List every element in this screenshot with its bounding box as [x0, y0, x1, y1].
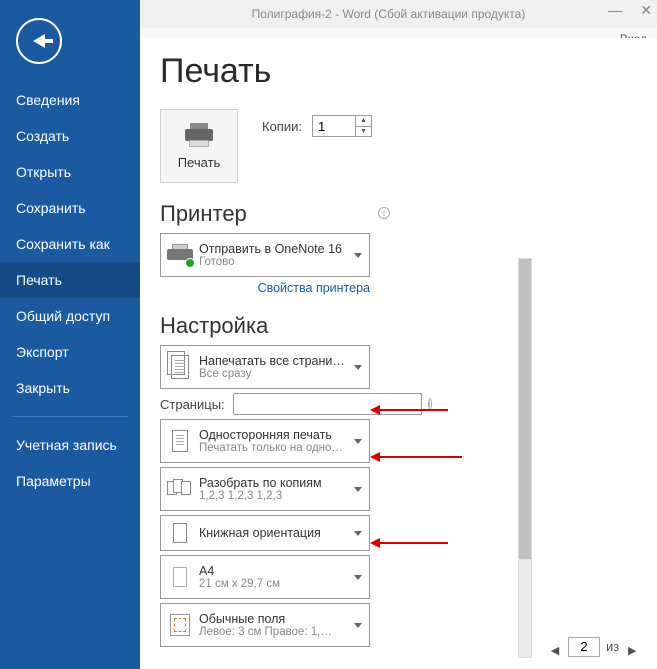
sides-dropdown[interactable]: Односторонняя печать Печатать только на … — [160, 419, 370, 463]
copies-label: Копии: — [262, 119, 302, 134]
chevron-down-icon — [347, 253, 369, 258]
print-button-label: Печать — [178, 155, 221, 170]
settings-section-heading: Настройка — [160, 313, 528, 339]
prev-page-button[interactable]: ◀ — [548, 644, 562, 657]
scrollbar-thumb[interactable] — [519, 259, 531, 559]
minimize-icon[interactable]: — — [608, 2, 622, 19]
portrait-icon — [173, 523, 187, 543]
page-navigator: ◀ из ▶ — [548, 636, 639, 657]
of-label: из — [606, 639, 619, 654]
sidebar-item-save[interactable]: Сохранить — [0, 190, 140, 226]
annotation-arrow — [378, 542, 448, 544]
collate-dropdown[interactable]: Разобрать по копиям 1,2,3 1,2,3 1,2,3 — [160, 467, 370, 511]
printer-properties-link[interactable]: Свойства принтера — [160, 281, 370, 295]
backstage-sidebar: Сведения Создать Открыть Сохранить Сохра… — [0, 0, 140, 669]
sidebar-item-close[interactable]: Закрыть — [0, 370, 140, 406]
next-page-button[interactable]: ▶ — [625, 644, 639, 657]
spin-down-icon[interactable]: ▼ — [356, 127, 371, 137]
print-button[interactable]: Печать — [160, 109, 238, 183]
printer-dropdown[interactable]: Отправить в OneNote 16 Готово — [160, 233, 370, 277]
sidebar-item-options[interactable]: Параметры — [0, 463, 140, 499]
chevron-down-icon — [347, 623, 369, 628]
close-icon[interactable]: ✕ — [640, 2, 652, 19]
margins-dropdown[interactable]: Обычные поля Левое: 3 см Правое: 1,… — [160, 603, 370, 647]
page-icon — [173, 567, 187, 587]
current-page-input[interactable] — [568, 637, 600, 657]
printer-icon — [185, 123, 213, 147]
annotation-arrow — [378, 456, 462, 458]
sidebar-item-info[interactable]: Сведения — [0, 82, 140, 118]
annotation-arrow — [378, 409, 448, 411]
chevron-down-icon — [347, 531, 369, 536]
sidebar-item-saveas[interactable]: Сохранить как — [0, 226, 140, 262]
sidebar-item-print[interactable]: Печать — [0, 262, 140, 298]
orientation-dropdown[interactable]: Книжная ориентация — [160, 515, 370, 551]
document-title: Полиграфия-2 - Word (Сбой активации прод… — [190, 7, 587, 21]
chevron-down-icon — [347, 487, 369, 492]
copies-input[interactable] — [312, 115, 356, 137]
sidebar-item-open[interactable]: Открыть — [0, 154, 140, 190]
printer-ready-icon — [167, 244, 193, 266]
sidebar-separator — [12, 416, 128, 417]
info-icon[interactable]: i — [378, 207, 390, 219]
print-range-dropdown[interactable]: Напечатать все страницы Все сразу — [160, 345, 370, 389]
settings-scrollbar[interactable] — [518, 258, 532, 658]
sidebar-item-share[interactable]: Общий доступ — [0, 298, 140, 334]
pages-input[interactable] — [233, 393, 422, 415]
print-panel: Печать Печать Копии: ▲ ▼ Принтер i — [140, 38, 657, 669]
pages-label: Страницы: — [160, 397, 225, 412]
single-side-icon — [172, 430, 188, 452]
arrow-left-icon — [33, 34, 45, 48]
chevron-down-icon — [347, 439, 369, 444]
sidebar-item-export[interactable]: Экспорт — [0, 334, 140, 370]
chevron-down-icon — [347, 575, 369, 580]
sidebar-item-account[interactable]: Учетная запись — [0, 427, 140, 463]
paper-size-dropdown[interactable]: A4 21 см x 29,7 см — [160, 555, 370, 599]
printer-section-heading: Принтер i — [160, 201, 528, 227]
back-button[interactable] — [16, 18, 62, 64]
spin-up-icon[interactable]: ▲ — [356, 116, 371, 127]
sidebar-item-new[interactable]: Создать — [0, 118, 140, 154]
chevron-down-icon — [347, 365, 369, 370]
copies-spinner[interactable]: ▲ ▼ — [312, 115, 372, 137]
page-title: Печать — [160, 52, 637, 91]
collate-icon — [167, 479, 193, 499]
margins-icon — [170, 614, 190, 636]
